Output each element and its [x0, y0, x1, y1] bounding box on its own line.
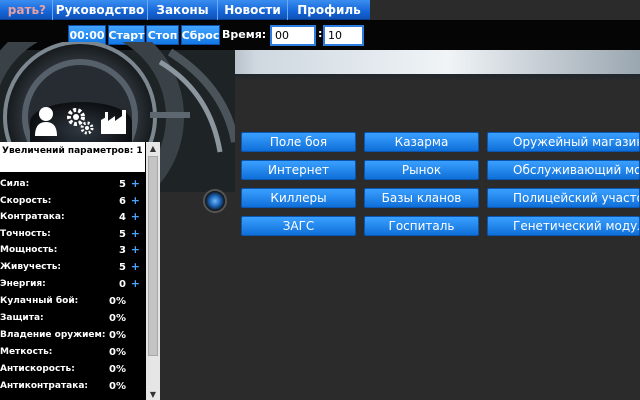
stat-name: Живучесть:	[0, 262, 62, 272]
nav-item-truncated[interactable]: рать?	[0, 0, 53, 20]
stat-value: 6	[119, 196, 126, 207]
stats-panel: Увеличений параметров: 1 Сила: 5 + Скоро…	[0, 142, 160, 400]
stat-plus-button[interactable]: +	[131, 210, 140, 223]
gears-icon[interactable]	[64, 102, 96, 140]
time-label: Время:	[222, 28, 267, 41]
stat-name: Скорость:	[0, 196, 52, 206]
stat-plus-button[interactable]: +	[131, 227, 140, 240]
clan-bases-button[interactable]: Базы кланов	[364, 188, 479, 208]
skill-value: 0%	[109, 347, 126, 358]
nav-item-profile[interactable]: Профиль	[288, 0, 370, 20]
skill-name: Антискорость:	[0, 364, 75, 374]
blue-knob-icon	[203, 189, 227, 213]
stat-row: Живучесть: 5 +	[0, 259, 146, 275]
stat-name: Сила:	[0, 179, 30, 189]
stat-row: Контратака: 4 +	[0, 209, 146, 225]
stat-value: 5	[119, 179, 126, 190]
hospital-button[interactable]: Госпиталь	[364, 216, 479, 236]
skill-value: 0%	[109, 381, 126, 392]
stat-row: Энергия: 0 +	[0, 276, 146, 292]
stat-row: Скорость: 6 +	[0, 193, 146, 209]
scroll-up-icon[interactable]: ▲	[146, 142, 160, 154]
stat-value: 5	[119, 229, 126, 240]
stat-plus-button[interactable]: +	[131, 243, 140, 256]
weapon-shop-button[interactable]: Оружейный магазин	[487, 132, 640, 152]
stat-row: Точность: 5 +	[0, 226, 146, 242]
stat-row: Сила: 5 +	[0, 176, 146, 192]
registry-office-button[interactable]: ЗАГС	[241, 216, 356, 236]
nav-item-laws[interactable]: Законы	[148, 0, 218, 20]
stat-name: Мощность:	[0, 245, 58, 255]
service-module-button[interactable]: Обслуживающий модуль	[487, 160, 640, 180]
skill-value: 0%	[109, 313, 126, 324]
stat-plus-button[interactable]: +	[131, 177, 140, 190]
nav-item-news[interactable]: Новости	[218, 0, 288, 20]
scroll-thumb[interactable]	[148, 156, 158, 356]
stat-row: Мощность: 3 +	[0, 242, 146, 258]
killers-button[interactable]: Киллеры	[241, 188, 356, 208]
skill-name: Кулачный бой:	[0, 296, 79, 306]
stat-plus-button[interactable]: +	[131, 277, 140, 290]
battlefield-button[interactable]: Поле боя	[241, 132, 356, 152]
minutes-input[interactable]	[270, 25, 316, 46]
skill-name: Антиконтратака:	[0, 381, 89, 391]
stats-header: Увеличений параметров: 1	[0, 142, 145, 172]
skill-row: Антиконтратака: 0%	[0, 378, 146, 394]
stat-name: Энергия:	[0, 279, 46, 289]
stat-value: 0	[119, 279, 126, 290]
skill-name: Владение оружием:	[0, 330, 106, 340]
seconds-input[interactable]	[323, 25, 364, 46]
stat-name: Точность:	[0, 229, 51, 239]
time-colon: :	[318, 27, 323, 40]
stat-plus-button[interactable]: +	[131, 194, 140, 207]
stat-name: Контратака:	[0, 212, 65, 222]
icon-bar	[30, 102, 132, 142]
panel-scrollbar[interactable]: ▲ ▼	[146, 142, 160, 400]
barracks-button[interactable]: Казарма	[364, 132, 479, 152]
skill-name: Меткость:	[0, 347, 53, 357]
internet-button[interactable]: Интернет	[241, 160, 356, 180]
skill-value: 0%	[109, 330, 126, 341]
user-icon[interactable]	[30, 102, 62, 140]
stat-value: 5	[119, 262, 126, 273]
skill-row: Антискорость: 0%	[0, 361, 146, 377]
skill-value: 0%	[109, 364, 126, 375]
skill-row: Владение оружием: 0%	[0, 327, 146, 343]
top-nav: рать? Руководство Законы Новости Профиль	[0, 0, 370, 20]
stat-value: 3	[119, 245, 126, 256]
stat-plus-button[interactable]: +	[131, 260, 140, 273]
factory-icon[interactable]	[98, 102, 130, 140]
stat-value: 4	[119, 212, 126, 223]
skill-value: 0%	[109, 296, 126, 307]
genetic-module-button[interactable]: Генетический модуль	[487, 216, 640, 236]
skill-row: Меткость: 0%	[0, 344, 146, 360]
market-button[interactable]: Рынок	[364, 160, 479, 180]
skill-name: Защита:	[0, 313, 44, 323]
skill-row: Кулачный бой: 0%	[0, 293, 146, 309]
skill-row: Защита: 0%	[0, 310, 146, 326]
scroll-down-icon[interactable]: ▼	[146, 388, 160, 400]
police-station-button[interactable]: Полицейский участок	[487, 188, 640, 208]
nav-item-guide[interactable]: Руководство	[53, 0, 148, 20]
